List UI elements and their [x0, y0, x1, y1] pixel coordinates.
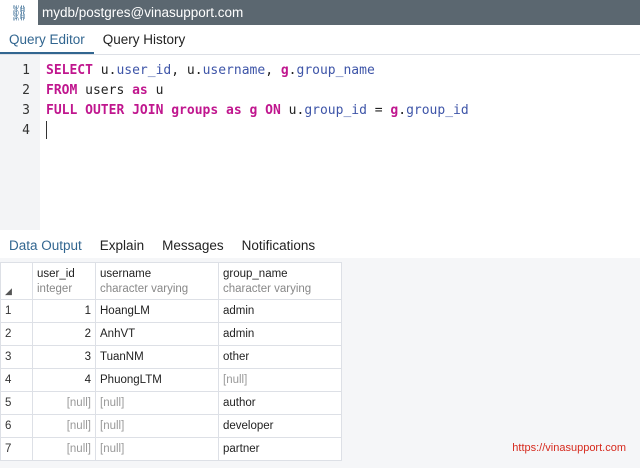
table-cell[interactable]: 1 — [32, 299, 96, 323]
line-number: 2 — [22, 83, 30, 98]
table-cell[interactable]: other — [218, 345, 342, 369]
table-cell[interactable]: admin — [218, 299, 342, 323]
tab-query-history[interactable]: Query History — [94, 28, 195, 54]
table-cell[interactable]: [null] — [95, 414, 219, 438]
text-cursor — [46, 121, 47, 139]
table-cell[interactable]: AnhVT — [95, 322, 219, 346]
watermark: https://vinasupport.com — [512, 442, 626, 454]
row-number[interactable]: 5 — [0, 391, 33, 415]
column-name: group_name — [223, 268, 288, 280]
table-cell[interactable]: [null] — [32, 414, 96, 438]
column-header[interactable]: username character varying — [95, 262, 219, 300]
sql-editor[interactable]: 1 2 3 4 SELECT u.user_id, u.username, g.… — [0, 55, 640, 230]
column-type: character varying — [100, 283, 189, 295]
table-cell[interactable]: TuanNM — [95, 345, 219, 369]
tab-explain[interactable]: Explain — [91, 234, 153, 260]
line-number: 3 — [22, 103, 30, 118]
tab-notifications[interactable]: Notifications — [233, 234, 325, 260]
column-name: username — [100, 268, 152, 280]
row-number[interactable]: 7 — [0, 437, 33, 461]
table-cell[interactable]: 4 — [32, 368, 96, 392]
table-row[interactable]: 6 [null] [null] developer — [0, 414, 342, 438]
table-cell[interactable]: 2 — [32, 322, 96, 346]
table-cell[interactable]: HoangLM — [95, 299, 219, 323]
table-cell[interactable]: developer — [218, 414, 342, 438]
result-tabs: Data Output Explain Messages Notificatio… — [0, 234, 640, 261]
table-cell[interactable]: [null] — [32, 437, 96, 461]
table-row[interactable]: 5 [null] [null] author — [0, 391, 342, 415]
results-grid: ◢ user_idinteger username character varyi… — [0, 262, 342, 461]
table-cell[interactable]: [null] — [95, 391, 219, 415]
title-bar: ⛓ mydb/postgres@vinasupport.com — [0, 0, 640, 25]
line-number: 4 — [22, 123, 30, 138]
row-number[interactable]: 4 — [0, 368, 33, 392]
table-cell[interactable]: [null] — [218, 368, 342, 392]
row-number[interactable]: 2 — [0, 322, 33, 346]
header-row: ◢ user_idinteger username character varyi… — [0, 262, 342, 300]
code-line-1: SELECT u.user_id, u.username, g.group_na… — [46, 63, 375, 78]
table-row[interactable]: 7 [null] [null] partner — [0, 437, 342, 461]
editor-tabs: Query Editor Query History — [0, 28, 640, 55]
table-row[interactable]: 4 4 PhuongLTM [null] — [0, 368, 342, 392]
table-cell[interactable]: partner — [218, 437, 342, 461]
column-name: user_id — [37, 268, 75, 280]
connection-title: mydb/postgres@vinasupport.com — [38, 0, 640, 25]
row-number[interactable]: 6 — [0, 414, 33, 438]
table-row[interactable]: 2 2 AnhVT admin — [0, 322, 342, 346]
column-type: character varying — [223, 283, 312, 295]
line-number: 1 — [22, 63, 30, 78]
table-row[interactable]: 3 3 TuanNM other — [0, 345, 342, 369]
tab-query-editor[interactable]: Query Editor — [0, 28, 94, 54]
table-cell[interactable]: author — [218, 391, 342, 415]
table-cell[interactable]: 3 — [32, 345, 96, 369]
tab-messages[interactable]: Messages — [153, 234, 233, 260]
table-cell[interactable]: admin — [218, 322, 342, 346]
column-type: integer — [37, 283, 73, 295]
code-line-3: FULL OUTER JOIN groups as g ON u.group_i… — [46, 103, 469, 118]
select-all-corner[interactable]: ◢ — [0, 262, 33, 300]
table-cell[interactable]: [null] — [32, 391, 96, 415]
table-row[interactable]: 1 1 HoangLM admin — [0, 299, 342, 323]
column-header[interactable]: user_idinteger — [32, 262, 96, 300]
table-cell[interactable]: [null] — [95, 437, 219, 461]
tab-data-output[interactable]: Data Output — [0, 234, 91, 260]
column-header[interactable]: group_name character varying — [218, 262, 342, 300]
table-cell[interactable]: PhuongLTM — [95, 368, 219, 392]
row-number[interactable]: 1 — [0, 299, 33, 323]
code-line-2: FROM users as u — [46, 83, 164, 98]
connection-icon[interactable]: ⛓ — [0, 0, 38, 25]
row-number[interactable]: 3 — [0, 345, 33, 369]
